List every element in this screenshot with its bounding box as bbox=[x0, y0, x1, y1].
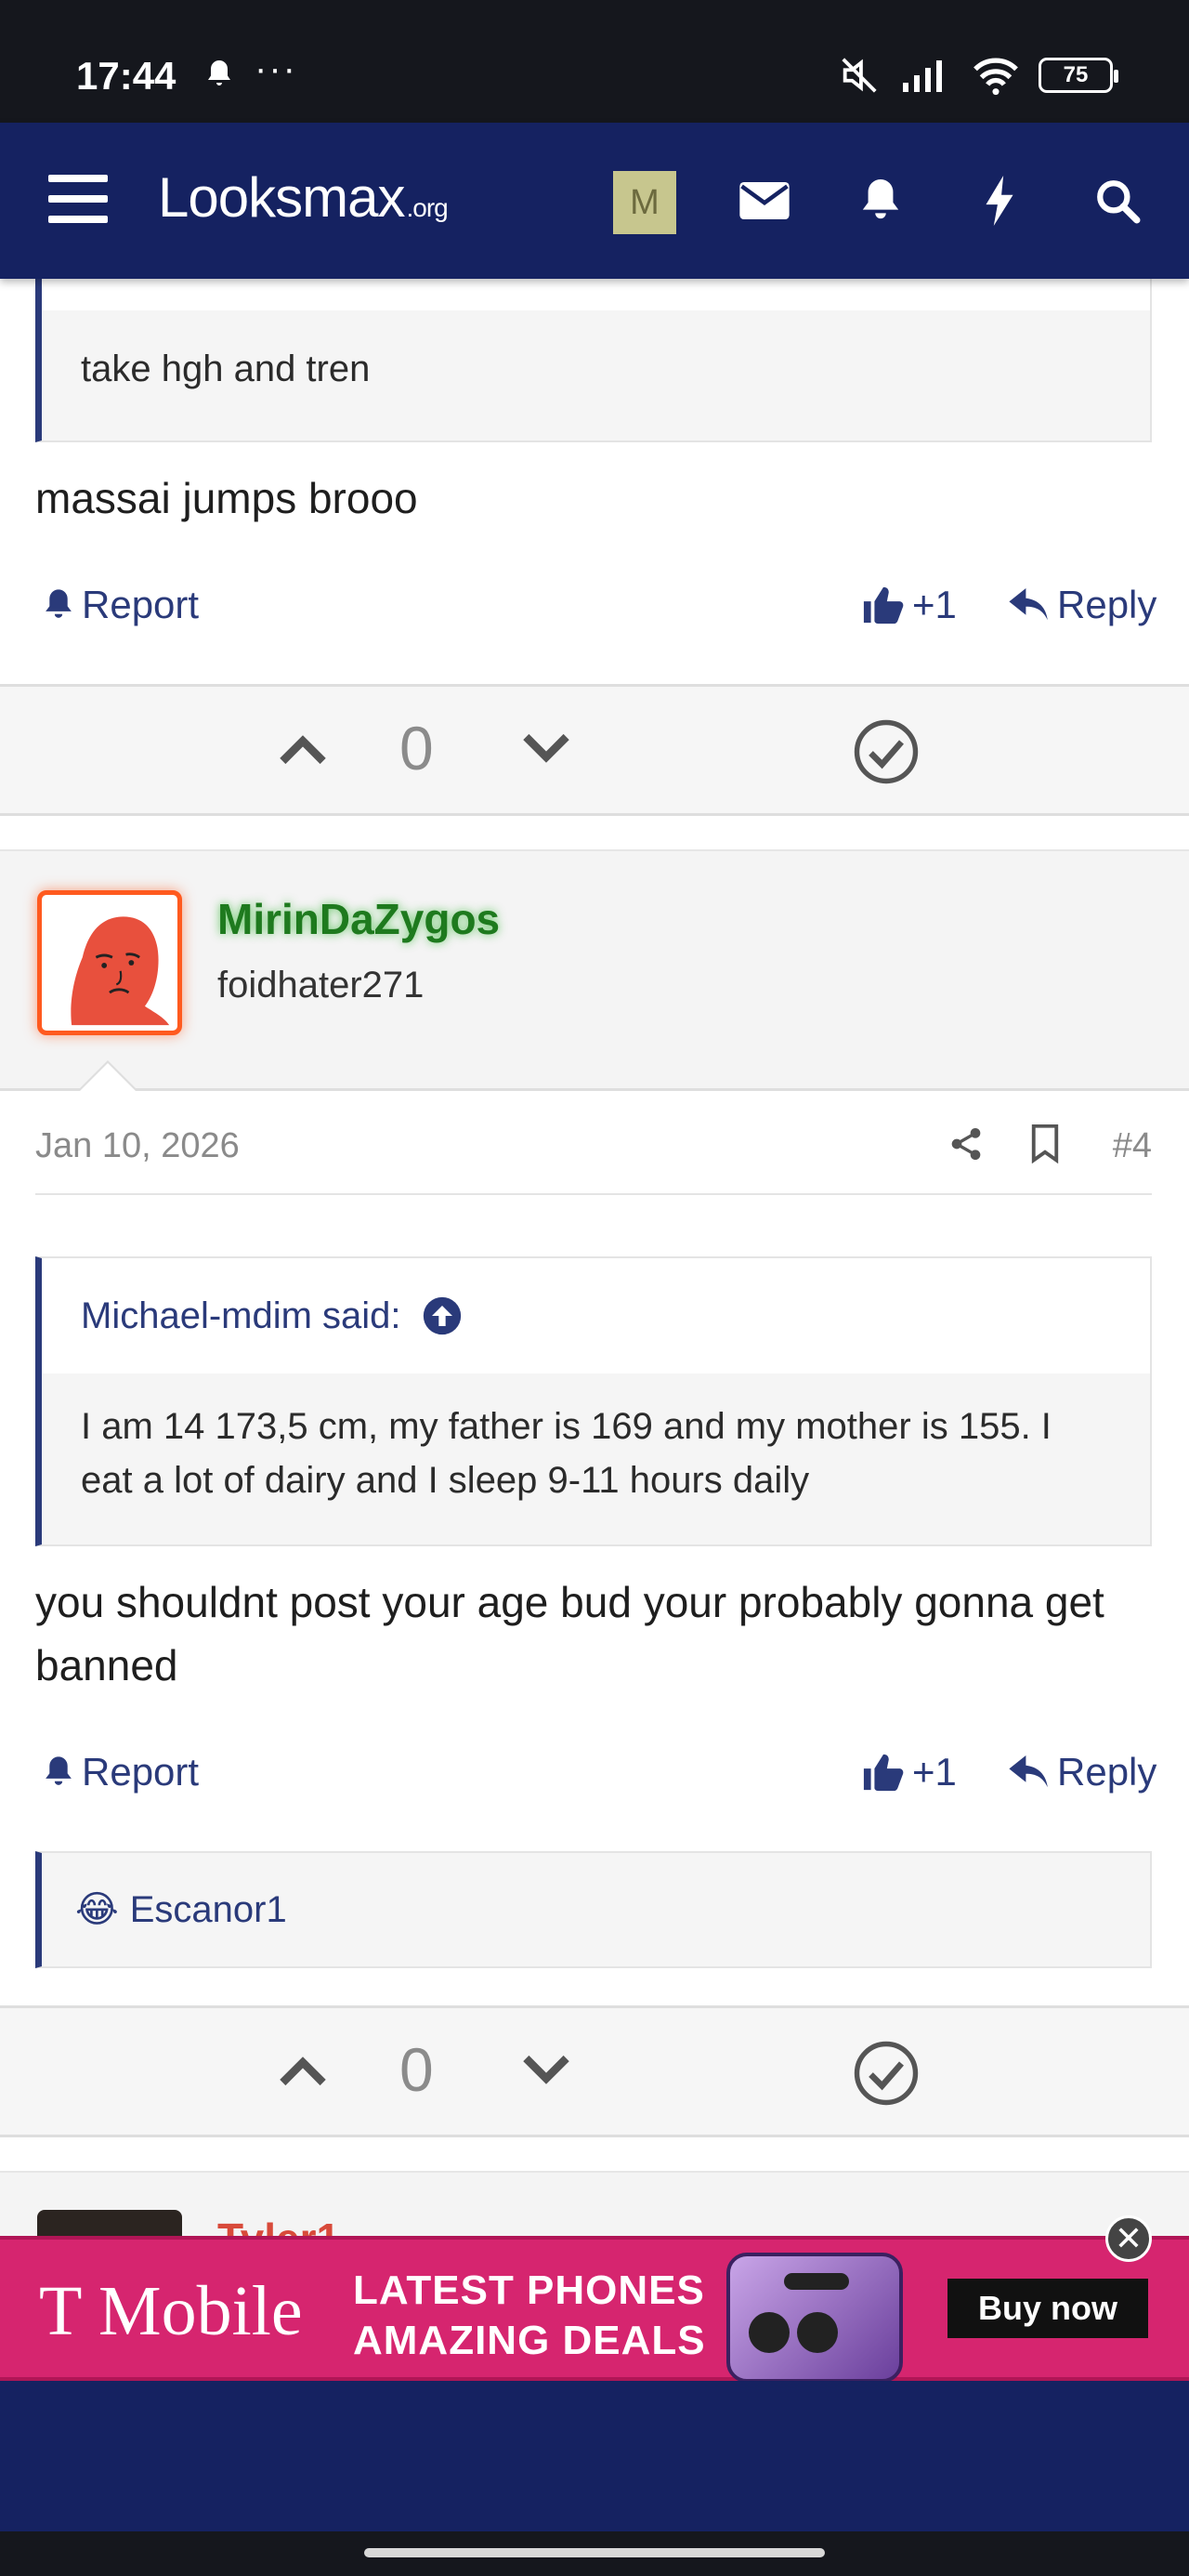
notification-bell-icon bbox=[203, 58, 236, 96]
vote-count: 0 bbox=[399, 714, 434, 782]
like-count: +1 bbox=[912, 1750, 957, 1794]
site-logo[interactable]: Looksmax.org bbox=[158, 165, 449, 230]
status-right-icons: 75 bbox=[834, 54, 1118, 97]
solution-check-icon[interactable] bbox=[853, 2040, 920, 2107]
status-more-indicator: ··· bbox=[255, 48, 297, 89]
post3-quote-body: take hgh and tren bbox=[81, 348, 371, 389]
post4-user-block: MirinDaZygos foidhater271 bbox=[0, 849, 1189, 1091]
post4-report-button[interactable]: Report bbox=[43, 1740, 199, 1805]
upvote-chevron-icon[interactable] bbox=[279, 2050, 327, 2091]
ad-brand: T Mobile bbox=[39, 2272, 303, 2350]
home-gesture-handle[interactable] bbox=[364, 2548, 825, 2557]
reaction-user[interactable]: Escanor1 bbox=[130, 1889, 287, 1931]
reply-label: Reply bbox=[1057, 1750, 1157, 1794]
battery-indicator: 75 bbox=[1039, 58, 1118, 93]
post4-reply-button[interactable]: Reply bbox=[1009, 1740, 1156, 1805]
post4-quote-body: I am 14 173,5 cm, my father is 169 and m… bbox=[81, 1406, 1052, 1501]
username[interactable]: MirinDaZygos bbox=[217, 894, 500, 944]
wojak-avatar-icon bbox=[71, 916, 170, 1026]
post3-like-button[interactable]: +1 bbox=[862, 572, 957, 637]
status-bar: 17:44 ··· 75 bbox=[0, 0, 1189, 123]
next-user-avatar[interactable] bbox=[37, 2210, 182, 2236]
alerts-bell-icon[interactable] bbox=[855, 175, 907, 227]
next-username[interactable]: Tyler1 bbox=[217, 2214, 340, 2236]
search-icon[interactable] bbox=[1091, 175, 1143, 227]
reaction-summary[interactable]: 😂 Escanor1 bbox=[35, 1851, 1152, 1968]
report-bell-icon bbox=[46, 1756, 72, 1785]
post4-vote-bar: 0 bbox=[0, 2005, 1189, 2137]
solution-check-icon[interactable] bbox=[853, 718, 920, 785]
ad-phone-image bbox=[726, 2253, 903, 2383]
post3-reply-button[interactable]: Reply bbox=[1009, 572, 1156, 637]
reply-label: Reply bbox=[1057, 583, 1157, 626]
whats-new-bolt-icon[interactable] bbox=[973, 175, 1026, 227]
ad-banner[interactable]: T Mobile LATEST PHONES AMAZING DEALS Buy… bbox=[0, 2215, 1189, 2383]
user-avatar[interactable] bbox=[37, 890, 182, 1035]
wifi-icon bbox=[973, 58, 1018, 96]
status-time: 17:44 bbox=[76, 54, 176, 98]
post-number[interactable]: #4 bbox=[1113, 1126, 1152, 1166]
next-post-user-block: Tyler1 bbox=[0, 2171, 1189, 2236]
pointer-arrow bbox=[80, 1063, 136, 1091]
logo-text: Looksmax bbox=[158, 166, 405, 229]
report-label: Report bbox=[82, 1750, 200, 1794]
app-header: Looksmax.org M bbox=[0, 123, 1189, 279]
share-icon[interactable] bbox=[947, 1124, 985, 1163]
like-count: +1 bbox=[912, 583, 957, 626]
reply-arrow-icon bbox=[1009, 1755, 1048, 1788]
ad-line1: LATEST PHONES bbox=[353, 2267, 705, 2313]
post3-report-button[interactable]: Report bbox=[43, 572, 199, 637]
post4-like-button[interactable]: +1 bbox=[862, 1740, 957, 1805]
report-label: Report bbox=[82, 583, 200, 626]
post3-text: massai jumps brooo bbox=[35, 474, 418, 522]
post3-vote-bar: 0 bbox=[0, 684, 1189, 816]
downvote-chevron-icon[interactable] bbox=[522, 2050, 570, 2091]
signal-icon bbox=[903, 60, 942, 92]
vote-count: 0 bbox=[399, 2035, 434, 2104]
system-nav-bar bbox=[0, 2531, 1189, 2576]
inbox-icon[interactable] bbox=[738, 175, 790, 227]
logo-tld: .org bbox=[406, 193, 448, 222]
quote-author: Michael-mdim said: bbox=[81, 1295, 401, 1336]
post3-actions: Report +1 Reply bbox=[35, 572, 1156, 637]
post-date[interactable]: Jan 10, 2026 bbox=[35, 1126, 240, 1166]
ad-buy-now-button[interactable]: Buy now bbox=[947, 2279, 1148, 2338]
account-avatar[interactable]: M bbox=[613, 171, 676, 234]
jump-to-quote-icon[interactable] bbox=[422, 1295, 463, 1336]
quote-header[interactable]: Michael-mdim said: bbox=[42, 1258, 1150, 1373]
ad-close-icon[interactable]: ✕ bbox=[1105, 2215, 1152, 2262]
mute-icon bbox=[842, 58, 877, 93]
thumbs-up-icon bbox=[863, 1754, 904, 1792]
post4-meta: Jan 10, 2026 #4 bbox=[35, 1093, 1152, 1195]
upvote-chevron-icon[interactable] bbox=[279, 729, 327, 769]
thumbs-up-icon bbox=[863, 586, 904, 624]
ad-line2: AMAZING DEALS bbox=[353, 2318, 706, 2363]
reply-arrow-icon bbox=[1009, 588, 1048, 621]
footer-area bbox=[0, 2381, 1189, 2531]
post4-actions: Report +1 Reply bbox=[35, 1740, 1156, 1805]
bookmark-icon[interactable] bbox=[1029, 1124, 1061, 1163]
post4-text: you shouldnt post your age bud your prob… bbox=[35, 1578, 1104, 1689]
laughing-emoji-icon: 😂 bbox=[75, 1889, 119, 1930]
hamburger-menu-icon[interactable] bbox=[48, 175, 108, 227]
post4-quote: Michael-mdim said: I am 14 173,5 cm, my … bbox=[35, 1256, 1152, 1546]
user-title: foidhater271 bbox=[217, 965, 425, 1005]
report-bell-icon bbox=[46, 589, 72, 618]
ad-headline: LATEST PHONES AMAZING DEALS bbox=[353, 2266, 706, 2366]
downvote-chevron-icon[interactable] bbox=[522, 729, 570, 769]
